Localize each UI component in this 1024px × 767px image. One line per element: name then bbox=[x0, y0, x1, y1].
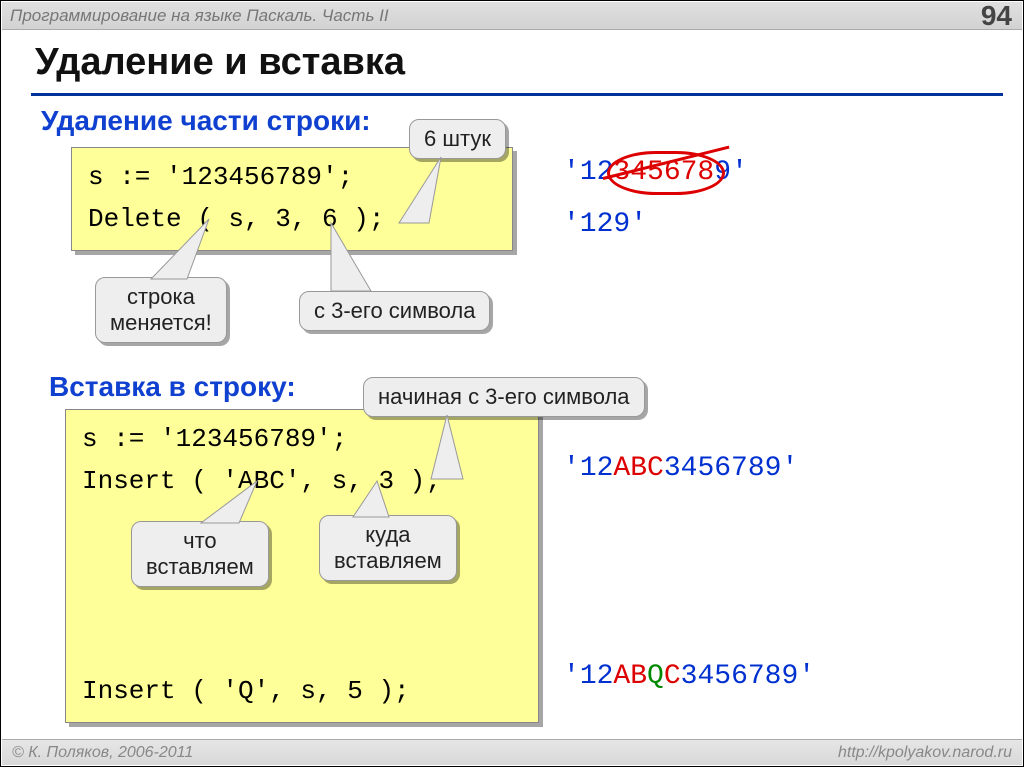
callout-var-changes: строка меняется! bbox=[95, 277, 227, 343]
q: ' bbox=[563, 661, 580, 692]
header-title: Программирование на языке Паскаль. Часть… bbox=[10, 6, 389, 25]
result-insert1: '12ABC3456789' bbox=[563, 453, 798, 484]
callout-from-char: с 3-его символа bbox=[299, 291, 490, 331]
p2: 3456789 bbox=[681, 661, 799, 692]
quote: ' bbox=[563, 157, 580, 188]
p1: 12 bbox=[580, 661, 614, 692]
result-insert2: '12ABQC3456789' bbox=[563, 661, 815, 692]
page-number: 94 bbox=[981, 2, 1012, 30]
q: ' bbox=[798, 661, 815, 692]
quote: ' bbox=[731, 157, 748, 188]
callout-what: что вставляем bbox=[131, 521, 269, 587]
slide-title: Удаление и вставка bbox=[35, 41, 405, 84]
callout-start-pos: начиная с 3-его символа bbox=[363, 377, 645, 417]
ins: ABC bbox=[613, 453, 663, 484]
q: ' bbox=[563, 453, 580, 484]
footer-bar: © К. Поляков, 2006-2011 http://kpolyakov… bbox=[2, 739, 1022, 765]
result-delete-after: '129' bbox=[563, 209, 647, 240]
section1-heading: Удаление части строки: bbox=[41, 105, 371, 137]
ins-c: C bbox=[664, 661, 681, 692]
section2-heading: Вставка в строку: bbox=[49, 371, 296, 403]
slide: Программирование на языке Паскаль. Часть… bbox=[0, 0, 1024, 767]
p1: 12 bbox=[580, 453, 614, 484]
ins-q: Q bbox=[647, 661, 664, 692]
footer-right: http://kpolyakov.narod.ru bbox=[838, 740, 1012, 765]
code-delete: s := '123456789'; Delete ( s, 3, 6 ); bbox=[71, 147, 513, 251]
q: ' bbox=[781, 453, 798, 484]
title-rule bbox=[31, 93, 1003, 96]
callout-where: куда вставляем bbox=[319, 515, 457, 581]
ins-ab: AB bbox=[613, 661, 647, 692]
footer-left: © К. Поляков, 2006-2011 bbox=[12, 740, 193, 765]
callout-count: 6 штук bbox=[409, 119, 506, 159]
p2: 3456789 bbox=[664, 453, 782, 484]
header-bar: Программирование на языке Паскаль. Часть… bbox=[2, 2, 1022, 30]
